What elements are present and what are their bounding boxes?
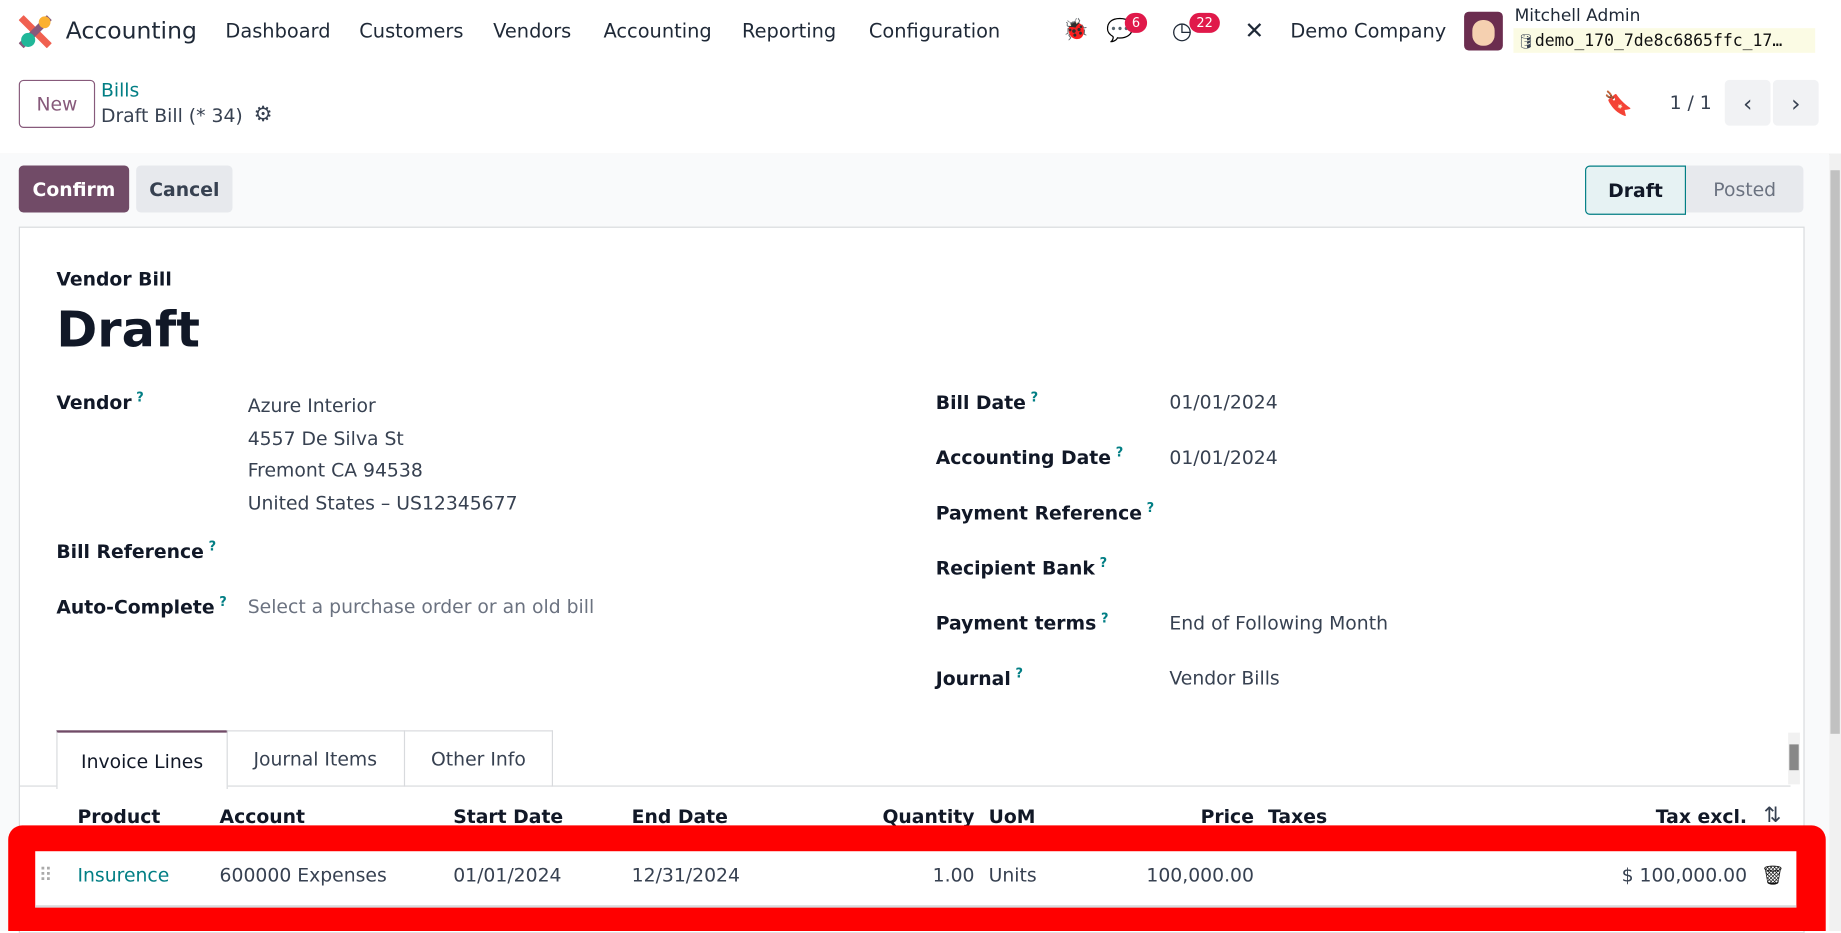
field-value[interactable] xyxy=(1169,501,1404,524)
vendor-field[interactable]: Azure Interior 4557 De Silva St Fremont … xyxy=(248,390,518,519)
field-label: Journal? xyxy=(935,665,1023,690)
field-value[interactable] xyxy=(1169,557,1404,580)
pager-next-button[interactable]: › xyxy=(1772,79,1819,126)
record-name: Draft Bill (* 34) xyxy=(100,104,243,127)
field-label: Accounting Date? xyxy=(935,444,1124,469)
cell-quantity[interactable]: 1.00 xyxy=(933,864,975,886)
help-icon[interactable]: ? xyxy=(1015,666,1023,681)
col-account[interactable]: Account xyxy=(220,805,305,827)
help-icon[interactable]: ? xyxy=(1147,500,1155,515)
cell-uom[interactable]: Units xyxy=(989,864,1037,886)
tab-other-info[interactable]: Other Info xyxy=(405,730,554,787)
cancel-button[interactable]: Cancel xyxy=(136,165,233,213)
stage-posted[interactable]: Posted xyxy=(1686,165,1804,213)
help-icon[interactable]: ? xyxy=(1116,445,1124,460)
company-switcher[interactable]: Demo Company xyxy=(1290,20,1446,42)
col-start-date[interactable]: Start Date xyxy=(453,805,563,827)
cell-end-date[interactable]: 12/31/2024 xyxy=(632,864,740,886)
cell-account[interactable]: 600000 Expenses xyxy=(220,864,387,886)
vendor-city: Fremont CA 94538 xyxy=(247,459,423,482)
activities-badge: 22 xyxy=(1189,12,1220,33)
pager-previous-button[interactable]: ‹ xyxy=(1724,79,1771,126)
col-quantity[interactable]: Quantity xyxy=(882,805,974,827)
bookmark-icon[interactable]: 🔖 xyxy=(1604,89,1633,117)
vendor-street: 4557 De Silva St xyxy=(247,426,404,450)
help-icon[interactable]: ? xyxy=(136,390,144,405)
debug-bug-icon[interactable]: 🐞 xyxy=(1063,18,1089,43)
cell-subtotal: $ 100,000.00 xyxy=(1621,864,1748,887)
cell-price[interactable]: 100,000.00 xyxy=(1146,864,1254,886)
help-icon[interactable]: ? xyxy=(1100,555,1108,570)
vendor-name[interactable]: Azure Interior xyxy=(248,390,518,422)
col-tax-excl[interactable]: Tax excl. xyxy=(1656,805,1747,827)
field-label: Payment Reference? xyxy=(935,500,1155,525)
breadcrumb-bills[interactable]: Bills xyxy=(101,79,139,101)
col-taxes[interactable]: Taxes xyxy=(1268,805,1327,827)
new-button[interactable]: New xyxy=(18,79,96,128)
cell-start-date[interactable]: 01/01/2024 xyxy=(453,864,561,886)
help-icon[interactable]: ? xyxy=(219,594,227,609)
vendor-label: Vendor? xyxy=(56,389,144,414)
col-product[interactable]: Product xyxy=(77,805,160,827)
field-value[interactable]: 01/01/2024 xyxy=(1169,391,1404,414)
help-icon[interactable]: ? xyxy=(209,539,217,554)
messages-badge: 6 xyxy=(1124,12,1148,33)
bill-reference-input[interactable] xyxy=(248,534,882,567)
app-logo-icon[interactable] xyxy=(18,15,52,49)
gear-icon[interactable]: ⚙ xyxy=(254,102,273,127)
tabs-scrollbar[interactable] xyxy=(1788,732,1800,785)
app-name[interactable]: Accounting xyxy=(66,16,197,44)
field-value[interactable]: 01/01/2024 xyxy=(1169,446,1404,469)
drag-handle-icon[interactable]: ⠿ xyxy=(39,864,53,886)
menu-accounting[interactable]: Accounting xyxy=(603,20,711,42)
menu-customers[interactable]: Customers xyxy=(359,20,463,42)
menu-configuration[interactable]: Configuration xyxy=(869,20,1000,42)
stage-draft[interactable]: Draft xyxy=(1585,165,1687,215)
user-name[interactable]: Mitchell Admin xyxy=(1515,7,1641,26)
database-badge: 🛢demo_170_7de8c6865ffc_17… xyxy=(1513,28,1816,53)
field-label: Payment terms? xyxy=(935,610,1109,635)
auto-complete-label: Auto-Complete? xyxy=(56,594,227,618)
col-end-date[interactable]: End Date xyxy=(632,805,728,827)
page-scrollbar[interactable] xyxy=(1829,153,1841,932)
menu-vendors[interactable]: Vendors xyxy=(493,20,571,42)
vendor-country: United States – US12345677 xyxy=(247,491,518,514)
field-label: Bill Date? xyxy=(935,389,1039,414)
tab-journal-items[interactable]: Journal Items xyxy=(226,730,406,787)
confirm-button[interactable]: Confirm xyxy=(18,165,130,213)
field-value[interactable]: End of Following Month xyxy=(1169,612,1404,635)
col-uom[interactable]: UoM xyxy=(989,805,1036,827)
field-label: Recipient Bank? xyxy=(935,555,1108,580)
menu-reporting[interactable]: Reporting xyxy=(742,20,836,42)
tab-invoice-lines[interactable]: Invoice Lines xyxy=(56,730,228,789)
col-price[interactable]: Price xyxy=(1201,805,1254,827)
menu-dashboard[interactable]: Dashboard xyxy=(225,20,330,42)
database-name: demo_170_7de8c6865ffc_17… xyxy=(1534,31,1783,51)
pager-value[interactable]: 1 / 1 xyxy=(1670,92,1712,114)
help-icon[interactable]: ? xyxy=(1031,390,1039,405)
delete-trash-icon[interactable]: 🗑 xyxy=(1761,864,1785,886)
control-panel xyxy=(0,63,1841,155)
form-title: Draft xyxy=(56,300,200,359)
form-type: Vendor Bill xyxy=(56,267,172,291)
optional-columns-icon[interactable]: ⇅ xyxy=(1763,803,1781,828)
tools-icon[interactable]: ✕ xyxy=(1245,16,1265,44)
auto-complete-input[interactable]: Select a purchase order or an old bill xyxy=(248,595,594,617)
cell-product[interactable]: Insurence xyxy=(77,864,169,886)
help-icon[interactable]: ? xyxy=(1101,611,1109,626)
field-value[interactable]: Vendor Bills xyxy=(1169,667,1404,690)
bill-reference-label: Bill Reference? xyxy=(56,538,217,563)
user-avatar[interactable] xyxy=(1464,11,1503,51)
